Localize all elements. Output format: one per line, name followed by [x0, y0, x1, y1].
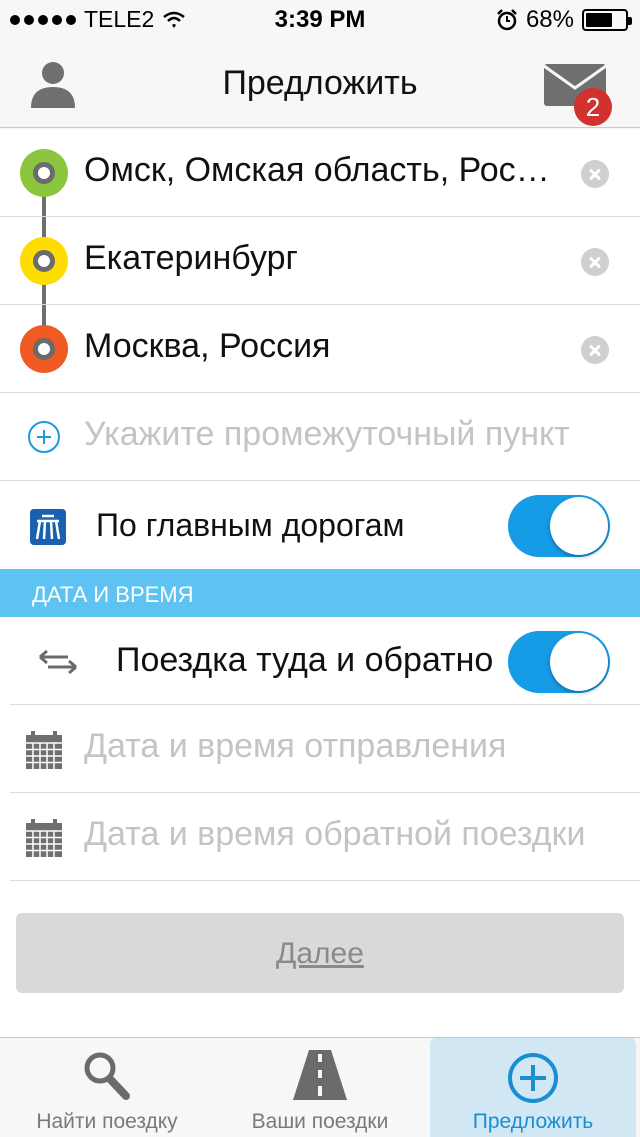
add-waypoint-input[interactable]: Укажите промежуточный пункт [84, 415, 640, 454]
toggle-knob [550, 497, 608, 555]
road-icon [293, 1050, 347, 1100]
route-stop-waypoint[interactable]: Екатеринбург [0, 217, 640, 305]
offer-ride-form: Омск, Омская область, Россия Екатеринбур… [0, 129, 640, 1037]
main-roads-row: По главным дорогам [0, 481, 640, 569]
toggle-knob [550, 633, 608, 691]
destination-marker-icon [20, 325, 68, 373]
tab-label: Найти поездку [36, 1110, 178, 1133]
add-circle-icon [508, 1053, 558, 1103]
main-roads-toggle[interactable] [508, 495, 610, 557]
round-trip-row: Поездка туда и обратно [0, 617, 640, 705]
tab-bar: Найти поездку Ваши поездки Предложить [0, 1037, 640, 1137]
status-right: 68% [496, 6, 632, 34]
clear-icon[interactable] [581, 160, 609, 188]
battery-percent: 68% [525, 6, 574, 33]
next-button[interactable]: Далее [16, 913, 624, 993]
route-stop-label[interactable]: Екатеринбург [84, 239, 564, 278]
waypoint-marker-icon [20, 237, 68, 285]
nav-bar: Предложить 2 [0, 40, 640, 128]
round-trip-label: Поездка туда и обратно [116, 641, 494, 679]
add-waypoint-row[interactable]: Укажите промежуточный пункт [0, 393, 640, 481]
tab-your-rides[interactable]: Ваши поездки [214, 1038, 426, 1137]
departure-datetime-row[interactable]: Дата и время отправления [0, 705, 640, 793]
round-trip-toggle[interactable] [508, 631, 610, 693]
mail-badge: 2 [574, 88, 612, 126]
battery-fill [586, 13, 612, 27]
departure-datetime-input[interactable]: Дата и время отправления [84, 727, 640, 766]
search-icon [84, 1052, 130, 1100]
swap-arrows-icon [39, 649, 77, 675]
clear-icon[interactable] [581, 248, 609, 276]
route-stop-origin[interactable]: Омск, Омская область, Россия [0, 129, 640, 217]
origin-marker-icon [20, 149, 68, 197]
add-icon[interactable] [28, 421, 60, 453]
tab-label: Предложить [472, 1110, 594, 1133]
route-stop-label[interactable]: Москва, Россия [84, 327, 564, 366]
main-roads-label: По главным дорогам [96, 507, 405, 543]
calendar-icon [26, 731, 62, 769]
highway-icon [30, 509, 66, 545]
alarm-icon [497, 9, 517, 31]
battery-icon [582, 9, 632, 31]
tab-label: Ваши поездки [251, 1110, 389, 1133]
clear-icon[interactable] [581, 336, 609, 364]
route-stop-destination[interactable]: Москва, Россия [0, 305, 640, 393]
tab-offer-ride[interactable]: Предложить [430, 1038, 636, 1137]
route-stop-label[interactable]: Омск, Омская область, Россия [84, 151, 564, 190]
datetime-section-header: ДАТА И ВРЕМЯ [0, 569, 640, 617]
return-datetime-row[interactable]: Дата и время обратной поездки [0, 793, 640, 881]
status-bar: TELE2 3:39 PM 68% [0, 0, 640, 40]
return-datetime-input[interactable]: Дата и время обратной поездки [84, 815, 614, 854]
tab-find-ride[interactable]: Найти поездку [0, 1038, 214, 1137]
calendar-icon [26, 819, 62, 857]
